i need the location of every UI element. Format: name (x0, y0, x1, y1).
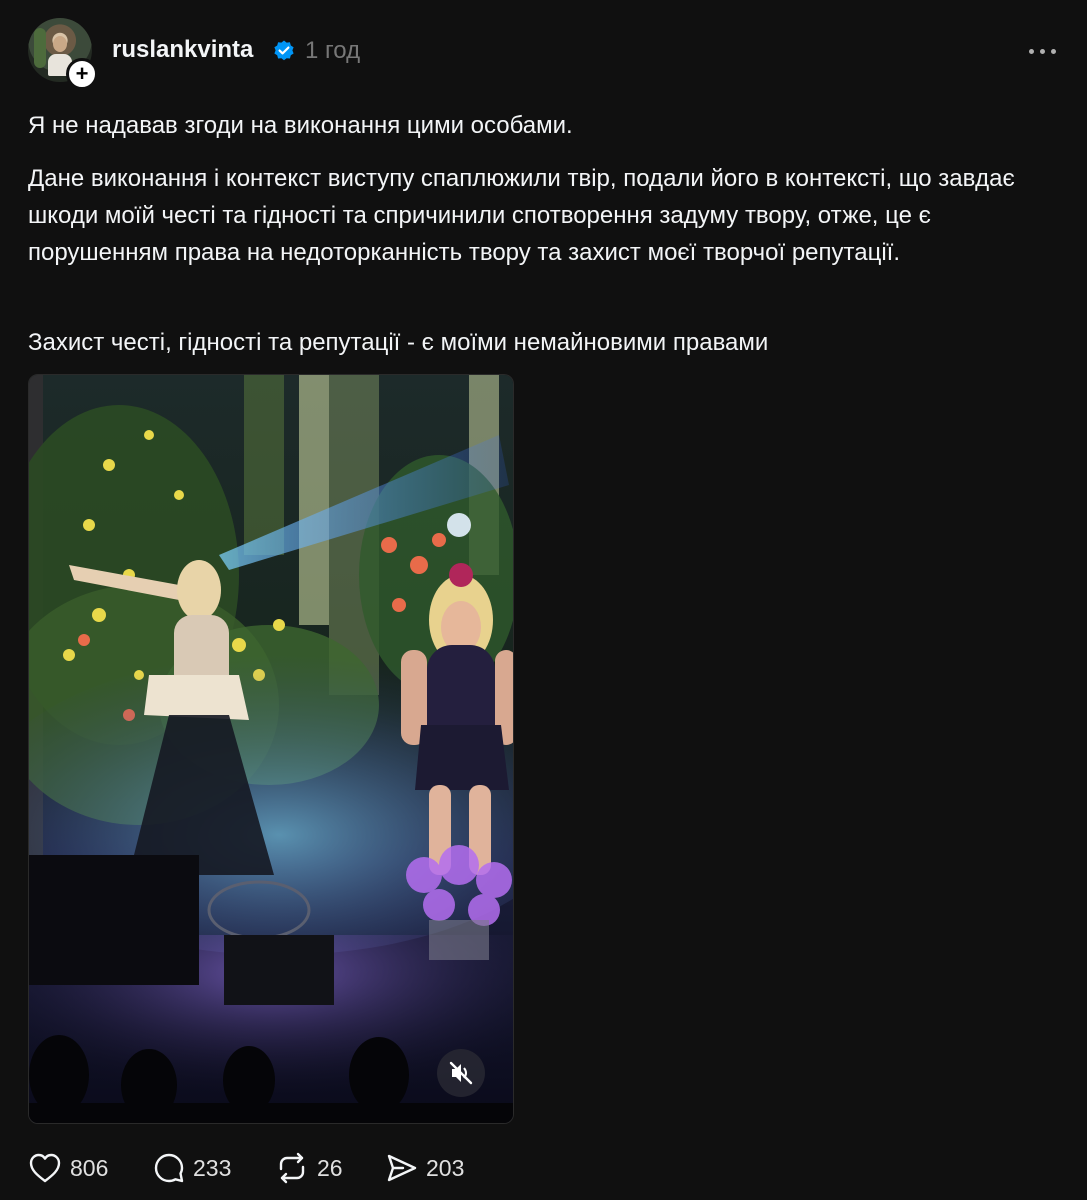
like-count: 806 (70, 1154, 109, 1181)
like-button[interactable]: 806 (28, 1150, 108, 1186)
threads-post: + ruslankvinta 1 год Я не надавав згоди … (0, 0, 1087, 1200)
author-avatar[interactable]: + (28, 18, 98, 90)
comment-button[interactable]: 233 (153, 1150, 231, 1186)
share-count: 203 (426, 1154, 465, 1181)
post-video[interactable] (28, 374, 514, 1124)
post-text-paragraph-2: Дане виконання і контекст виступу спаплю… (28, 165, 1015, 266)
follow-plus-icon[interactable]: + (66, 58, 98, 90)
mute-toggle-button[interactable] (437, 1049, 485, 1097)
speaker-muted-icon (449, 1061, 473, 1085)
share-button[interactable]: 203 (386, 1150, 464, 1186)
comment-count: 233 (193, 1154, 232, 1181)
video-frame (29, 375, 513, 1123)
repost-button[interactable]: 26 (275, 1150, 343, 1186)
post-text-paragraph-3: Захист честі, гідності та репутації - є … (28, 329, 769, 356)
repost-icon (279, 1152, 305, 1184)
author-username[interactable]: ruslankvinta (112, 36, 253, 64)
verified-badge-icon (274, 40, 294, 61)
comment-icon (154, 1153, 184, 1183)
send-icon (387, 1154, 417, 1182)
heart-icon (29, 1153, 61, 1183)
post-text-paragraph-1: Я не надавав згоди на виконання цими осо… (28, 112, 573, 139)
repost-count: 26 (317, 1154, 343, 1181)
post-timestamp: 1 год (305, 37, 361, 64)
more-options-icon[interactable] (1025, 36, 1059, 66)
